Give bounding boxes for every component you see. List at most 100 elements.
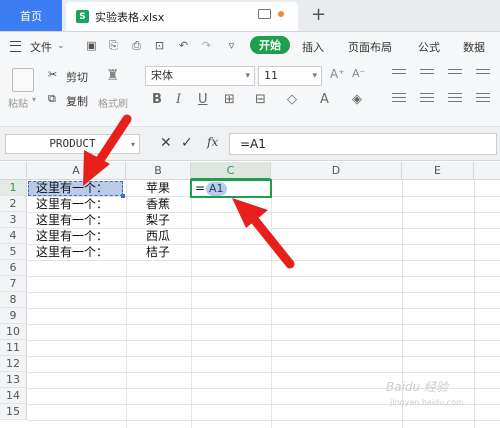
cell-a4[interactable]: 这里有一个：: [36, 228, 108, 244]
column-header-d[interactable]: D: [271, 162, 402, 180]
tab-formula[interactable]: 公式: [418, 39, 440, 55]
fill-color-icon[interactable]: ◇: [287, 92, 297, 107]
document-tab-label: 实验表格.xlsx: [95, 10, 165, 24]
cell-a2[interactable]: 这里有一个：: [36, 196, 108, 212]
row-header-13[interactable]: 13: [0, 372, 27, 388]
italic-icon[interactable]: I: [176, 92, 181, 107]
column-header-c[interactable]: C: [191, 162, 271, 180]
cell-c1-equals: =: [195, 181, 206, 195]
align-left-icon[interactable]: [392, 90, 406, 105]
cell-b4[interactable]: 西瓜: [146, 228, 170, 244]
font-color-icon[interactable]: A: [320, 92, 329, 107]
row-header-15[interactable]: 15: [0, 404, 27, 420]
confirm-check-icon[interactable]: ✓: [181, 135, 193, 151]
format-painter-button[interactable]: 格式刷: [98, 95, 128, 110]
align-right-icon[interactable]: [448, 90, 462, 105]
cell-a1[interactable]: 这里有一个：: [36, 180, 108, 196]
tab-start[interactable]: 开始: [250, 36, 290, 54]
border-icon[interactable]: ⊞: [224, 92, 235, 107]
menu-bar: 文件 ⌄ ▣ ⎘ ⎙ ⊡ ↶ ↷ ▿ 开始 插入 页面布局 公式 数据: [0, 32, 500, 60]
select-all-corner[interactable]: [0, 162, 27, 180]
reference-resize-handle[interactable]: [121, 194, 125, 198]
underline-icon[interactable]: U: [198, 92, 208, 107]
spreadsheet-icon: S: [76, 10, 89, 23]
align-middle-icon[interactable]: [420, 66, 434, 77]
new-tab-icon[interactable]: +: [311, 6, 326, 24]
row-header-5[interactable]: 5: [0, 244, 27, 260]
wrap-icon[interactable]: [476, 66, 490, 77]
cell-b1[interactable]: 苹果: [146, 180, 170, 196]
cell-a3[interactable]: 这里有一个：: [36, 212, 108, 228]
row-header-2[interactable]: 2: [0, 196, 27, 212]
menu-file[interactable]: 文件: [30, 39, 52, 55]
cell-style-icon[interactable]: ⊟: [255, 92, 266, 107]
cell-a5[interactable]: 这里有一个：: [36, 244, 108, 260]
name-box[interactable]: PRODUCT: [5, 134, 140, 154]
column-header-e[interactable]: E: [402, 162, 474, 180]
row-header-8[interactable]: 8: [0, 292, 27, 308]
grid-line: [27, 260, 500, 261]
copy-icon[interactable]: ⧉: [48, 92, 56, 106]
paste-button[interactable]: 粘贴: [8, 95, 28, 110]
column-header-a[interactable]: A: [27, 162, 126, 180]
quick-access-dropdown-icon[interactable]: ▿: [226, 40, 237, 51]
save-icon[interactable]: ▣: [86, 40, 97, 51]
cut-button[interactable]: 剪切: [66, 69, 88, 85]
formula-input[interactable]: =A1: [229, 133, 497, 155]
tab-insert[interactable]: 插入: [302, 39, 324, 55]
home-tab[interactable]: 首页: [0, 0, 62, 31]
export-icon[interactable]: ⎘: [108, 40, 119, 51]
justify-icon[interactable]: [476, 90, 490, 105]
insert-function-icon[interactable]: fx: [207, 135, 218, 149]
redo-icon[interactable]: ↷: [201, 40, 212, 51]
row-header-12[interactable]: 12: [0, 356, 27, 372]
font-size-value: 11: [264, 69, 278, 82]
decrease-font-icon[interactable]: A⁻: [352, 67, 365, 80]
print-preview-icon[interactable]: ⊡: [154, 40, 165, 51]
row-header-1[interactable]: 1: [0, 180, 27, 196]
row-header-7[interactable]: 7: [0, 276, 27, 292]
chevron-down-icon[interactable]: ▾: [131, 140, 135, 149]
column-header-b[interactable]: B: [126, 162, 191, 180]
cell-b2[interactable]: 香蕉: [146, 196, 170, 212]
tab-page-layout[interactable]: 页面布局: [348, 39, 392, 55]
align-center-icon[interactable]: [420, 90, 434, 105]
font-size-select[interactable]: 11 ▾: [258, 66, 322, 86]
row-header-3[interactable]: 3: [0, 212, 27, 228]
cell-b3[interactable]: 梨子: [146, 212, 170, 228]
grid-line: [126, 180, 127, 428]
row-header-10[interactable]: 10: [0, 324, 27, 340]
align-top-icon[interactable]: [392, 66, 406, 77]
paste-dropdown-icon[interactable]: ▾: [32, 95, 36, 104]
grid-line: [474, 180, 475, 428]
increase-font-icon[interactable]: A⁺: [330, 67, 345, 81]
chevron-down-icon: ▾: [245, 71, 250, 81]
font-name-select[interactable]: 宋体 ▾: [145, 66, 255, 86]
arrow-to-c1: [232, 198, 295, 269]
format-painter-icon[interactable]: ♜: [106, 66, 119, 84]
row-header-11[interactable]: 11: [0, 340, 27, 356]
row-header-4[interactable]: 4: [0, 228, 27, 244]
align-bottom-icon[interactable]: [448, 66, 462, 77]
tab-data[interactable]: 数据: [463, 39, 485, 55]
cancel-icon[interactable]: ✕: [160, 135, 172, 151]
bold-icon[interactable]: B: [152, 92, 162, 107]
hamburger-menu-icon[interactable]: [10, 41, 21, 52]
undo-icon[interactable]: ↶: [178, 40, 189, 51]
clear-format-icon[interactable]: ◈: [352, 92, 362, 107]
row-header-6[interactable]: 6: [0, 260, 27, 276]
copy-button[interactable]: 复制: [66, 93, 88, 109]
scissors-icon[interactable]: ✂: [48, 68, 57, 81]
print-icon[interactable]: ⎙: [131, 40, 142, 51]
row-header-9[interactable]: 9: [0, 308, 27, 324]
chevron-down-icon[interactable]: ⌄: [57, 41, 65, 51]
cell-b5[interactable]: 桔子: [146, 244, 170, 260]
grid-line: [27, 276, 500, 277]
grid-line: [271, 180, 272, 428]
paste-icon[interactable]: [12, 68, 34, 92]
row-header-14[interactable]: 14: [0, 388, 27, 404]
monitor-icon[interactable]: [258, 9, 271, 19]
grid-line: [27, 308, 500, 309]
watermark-url: jingyan.baidu.com: [390, 398, 464, 407]
column-header-overflow: [474, 162, 500, 180]
